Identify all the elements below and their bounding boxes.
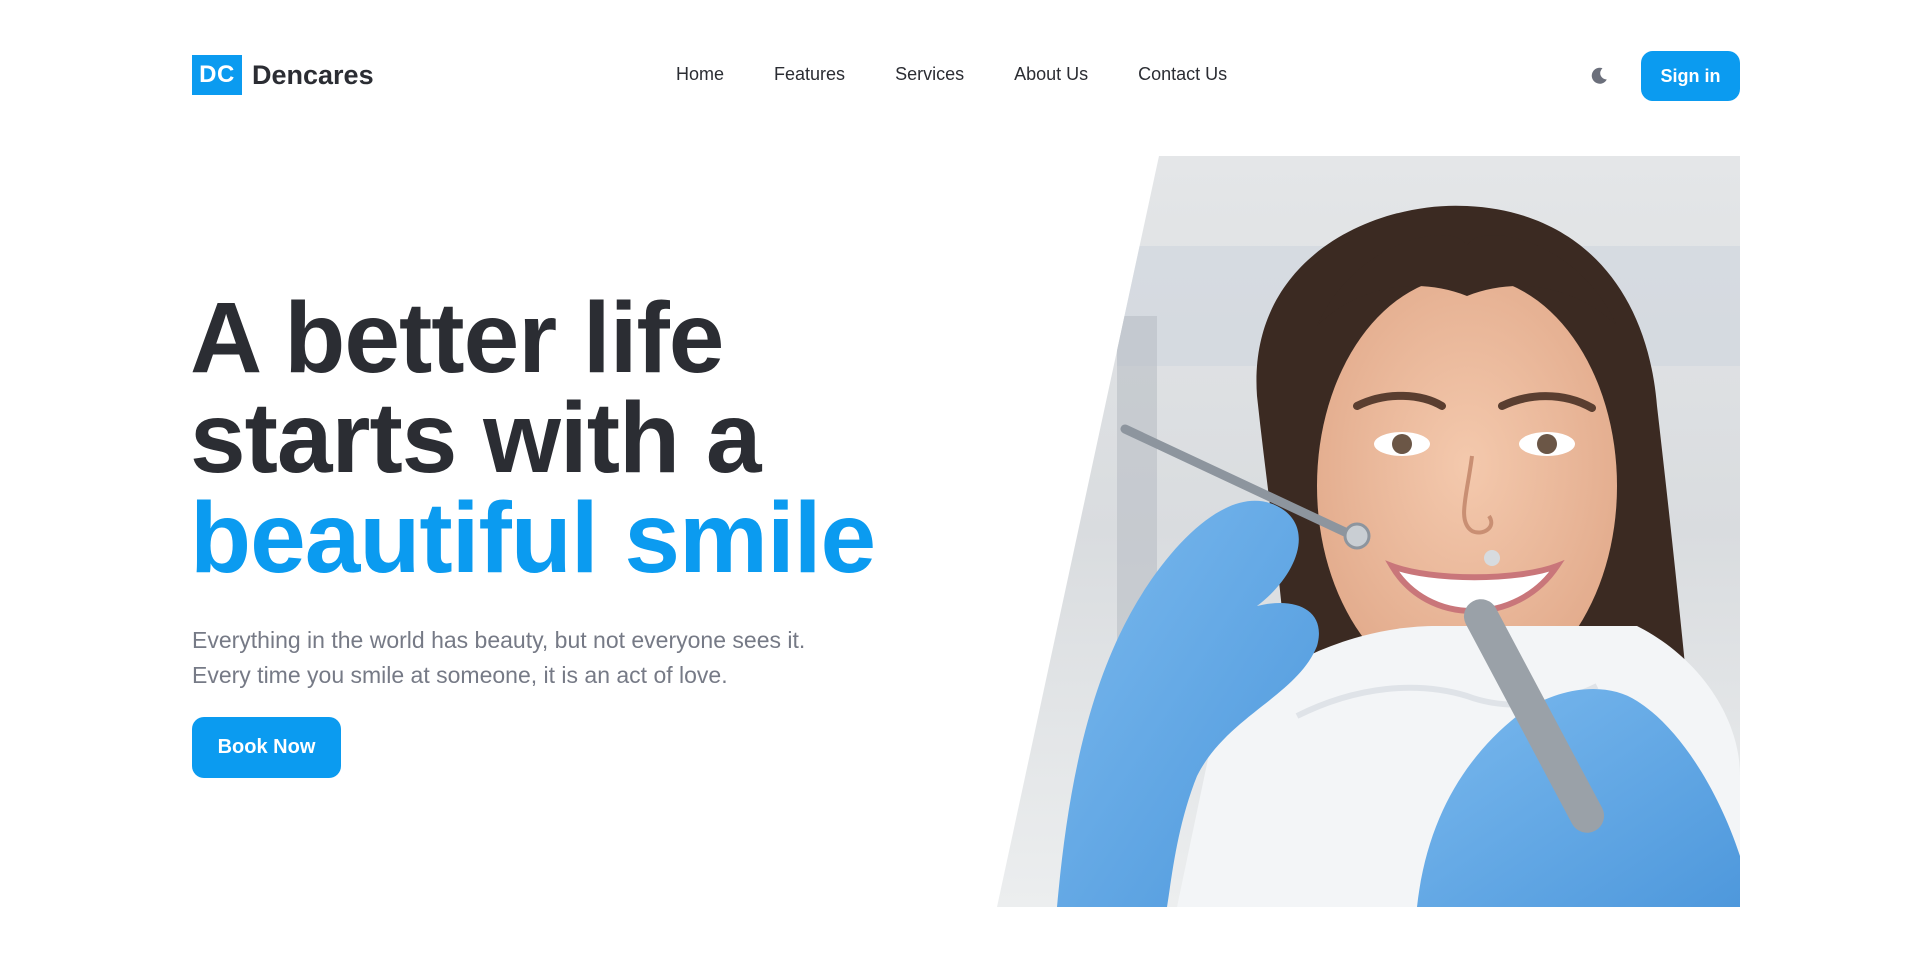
nav-services[interactable]: Services bbox=[895, 64, 964, 85]
sign-in-button[interactable]: Sign in bbox=[1641, 51, 1740, 101]
hero-subtitle-line-2: Every time you smile at someone, it is a… bbox=[192, 662, 728, 688]
site-header: DC Dencares Home Features Services About… bbox=[0, 0, 1920, 150]
hero-image bbox=[997, 156, 1740, 907]
nav-contact-us[interactable]: Contact Us bbox=[1138, 64, 1227, 85]
book-now-button[interactable]: Book Now bbox=[192, 717, 341, 778]
brand[interactable]: DC Dencares bbox=[192, 55, 374, 95]
nav-home[interactable]: Home bbox=[676, 64, 724, 85]
hero-subtitle: Everything in the world has beauty, but … bbox=[192, 623, 805, 693]
moon-icon bbox=[1591, 67, 1607, 84]
nav-features[interactable]: Features bbox=[774, 64, 845, 85]
main-nav: Home Features Services About Us Contact … bbox=[676, 64, 1277, 85]
theme-toggle-button[interactable] bbox=[1587, 64, 1611, 88]
hero-subtitle-line-1: Everything in the world has beauty, but … bbox=[192, 627, 806, 653]
hero-title: A better life starts with a beautiful sm… bbox=[190, 282, 876, 594]
brand-name: Dencares bbox=[252, 59, 374, 90]
hero-title-line-1: A better life bbox=[190, 282, 724, 394]
hero-title-accent: beautiful smile bbox=[190, 482, 876, 594]
dental-patient-photo bbox=[997, 156, 1740, 907]
hero-title-line-2: starts with a bbox=[190, 382, 762, 494]
nav-about-us[interactable]: About Us bbox=[1014, 64, 1088, 85]
brand-logo: DC bbox=[192, 55, 242, 95]
